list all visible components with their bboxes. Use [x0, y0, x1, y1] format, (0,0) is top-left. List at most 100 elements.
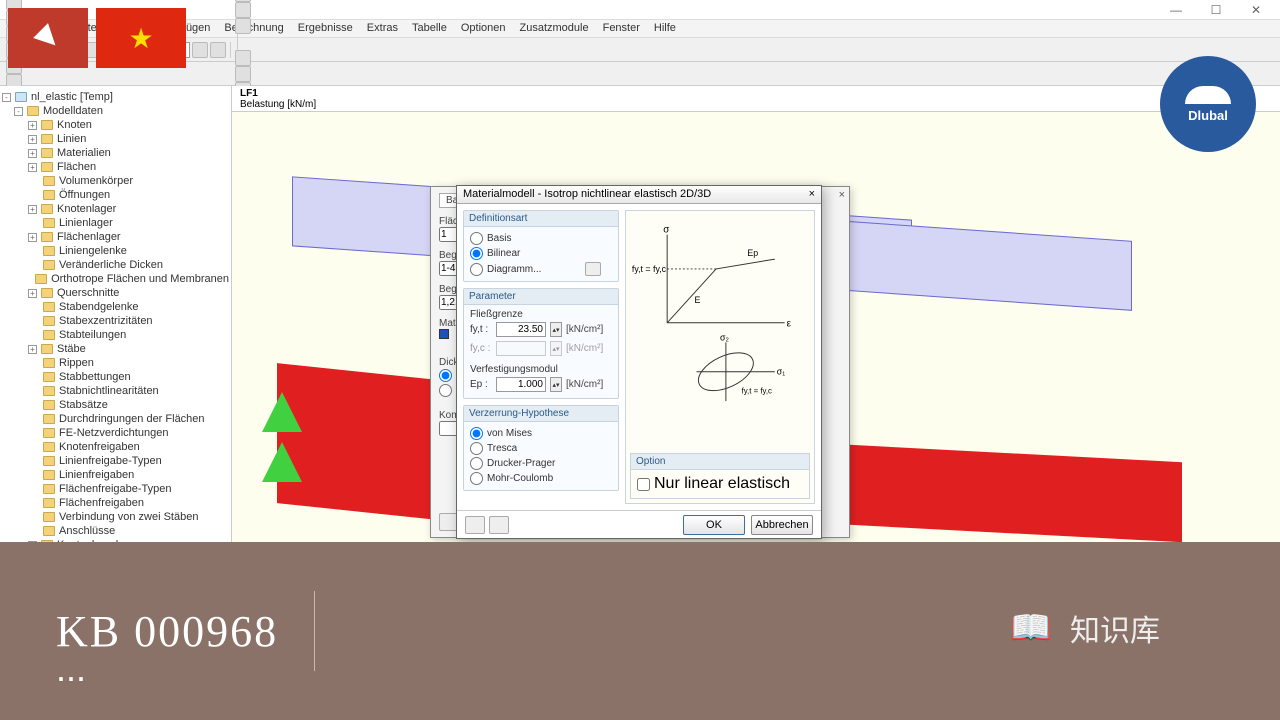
radio-diagram[interactable]: Diagramm...: [470, 261, 612, 277]
tree-label: Knoten: [57, 119, 92, 131]
close-icon[interactable]: ×: [809, 188, 815, 201]
radio-bilinear[interactable]: Bilinear: [470, 246, 612, 261]
tree-root[interactable]: - nl_elastic [Temp]: [2, 90, 229, 104]
tree-item[interactable]: Flächenfreigabe-Typen: [2, 482, 229, 496]
tree-item[interactable]: Stabsätze: [2, 398, 229, 412]
menubar: DateiBearbeitenAnsichtEinfügenBerechnung…: [0, 20, 1280, 38]
tree-item[interactable]: Stabbettungen: [2, 370, 229, 384]
toolbar-icon[interactable]: [235, 18, 251, 34]
expand-icon[interactable]: +: [28, 233, 37, 242]
radio-mohr-coulomb[interactable]: Mohr-Coulomb: [470, 471, 612, 486]
folder-icon: [43, 218, 55, 228]
tree-item[interactable]: +Flächenlager: [2, 230, 229, 244]
tree-item[interactable]: Linienfreigaben: [2, 468, 229, 482]
radio-mises[interactable]: von Mises: [470, 426, 612, 441]
fyt-input[interactable]: [496, 322, 546, 337]
expand-icon[interactable]: -: [2, 93, 11, 102]
kb-ellipsis: ...: [56, 648, 86, 690]
tree-item[interactable]: +Flächen: [2, 160, 229, 174]
tree-label: Flächenfreigabe-Typen: [59, 483, 172, 495]
tree-item[interactable]: + Knoten: [2, 118, 229, 132]
menu-fenster[interactable]: Fenster: [603, 22, 640, 35]
ok-button[interactable]: OK: [683, 515, 745, 535]
menu-ergebnisse[interactable]: Ergebnisse: [298, 22, 353, 35]
help-icon[interactable]: [465, 516, 485, 534]
menu-optionen[interactable]: Optionen: [461, 22, 506, 35]
tree-item[interactable]: +Linien: [2, 132, 229, 146]
tree-label: Stabteilungen: [59, 329, 126, 341]
definition-type-group: Definitionsart Basis Bilinear Diagramm..…: [463, 210, 619, 282]
option-group: Option Nur linear elastisch: [630, 453, 810, 499]
close-button[interactable]: ✕: [1236, 3, 1276, 17]
menu-tabelle[interactable]: Tabelle: [412, 22, 447, 35]
svg-text:σ₁: σ₁: [777, 367, 785, 377]
parameter-group: Parameter Fließgrenze fy,t : ▴▾ [kN/cm²]…: [463, 288, 619, 399]
tree-item[interactable]: Flächenfreigaben: [2, 496, 229, 510]
diagram-edit-icon[interactable]: [585, 262, 601, 276]
tree-item[interactable]: Stabteilungen: [2, 328, 229, 342]
tree-item[interactable]: Liniengelenke: [2, 244, 229, 258]
tree-label: FE-Netzverdichtungen: [59, 427, 168, 439]
tree-item[interactable]: Stabendgelenke: [2, 300, 229, 314]
cancel-button[interactable]: Abbrechen: [751, 515, 813, 535]
tree-item[interactable]: Linienlager: [2, 216, 229, 230]
toolbar-icon[interactable]: [235, 50, 251, 66]
tree-item[interactable]: Rippen: [2, 356, 229, 370]
radio-basis[interactable]: Basis: [470, 231, 612, 246]
menu-hilfe[interactable]: Hilfe: [654, 22, 676, 35]
expand-icon[interactable]: +: [28, 289, 37, 298]
checkbox-linear-only[interactable]: Nur linear elastisch: [637, 474, 803, 494]
spinner-icon[interactable]: ▴▾: [550, 322, 562, 337]
ep-input[interactable]: [496, 377, 546, 392]
menu-berechnung[interactable]: Berechnung: [224, 22, 283, 35]
toolbar-icon[interactable]: [235, 2, 251, 18]
tree-label: Flächenfreigaben: [59, 497, 144, 509]
collapse-icon[interactable]: -: [14, 107, 23, 116]
tree-item[interactable]: Veränderliche Dicken: [2, 258, 229, 272]
tree-item[interactable]: Verbindung von zwei Stäben: [2, 510, 229, 524]
material-color-icon: [439, 329, 449, 339]
tree-item[interactable]: Orthotrope Flächen und Membranen: [2, 272, 229, 286]
tree-item[interactable]: Volumenkörper: [2, 174, 229, 188]
tree-item[interactable]: -Modelldaten: [2, 104, 229, 118]
toolbar-icon[interactable]: [210, 42, 226, 58]
model-surface-red: [277, 363, 447, 521]
min-button[interactable]: —: [1156, 3, 1196, 17]
tree-item[interactable]: Stabexzentrizitäten: [2, 314, 229, 328]
spinner-icon[interactable]: ▴▾: [550, 377, 562, 392]
tree-item[interactable]: +Stäbe: [2, 342, 229, 356]
tree-label: Linienfreigaben: [59, 469, 134, 481]
radio-tresca[interactable]: Tresca: [470, 441, 612, 456]
expand-icon[interactable]: +: [28, 205, 37, 214]
tree-label: Liniengelenke: [59, 245, 127, 257]
tree-item[interactable]: FE-Netzverdichtungen: [2, 426, 229, 440]
expand-icon[interactable]: +: [28, 135, 37, 144]
radio-drucker-prager[interactable]: Drucker-Prager: [470, 456, 612, 471]
close-icon[interactable]: ×: [839, 189, 845, 201]
tree-item[interactable]: + Querschnitte: [2, 286, 229, 300]
menu-extras[interactable]: Extras: [367, 22, 398, 35]
tree-item[interactable]: Stabnichtlinearitäten: [2, 384, 229, 398]
tree-item[interactable]: +Knotenlager: [2, 202, 229, 216]
window-titlebar: — ☐ ✕: [0, 0, 1280, 20]
folder-icon: [43, 498, 55, 508]
expand-icon[interactable]: +: [28, 163, 37, 172]
model-surface: [822, 219, 1132, 311]
tree-item[interactable]: Durchdringungen der Flächen: [2, 412, 229, 426]
tree-item[interactable]: +Materialien: [2, 146, 229, 160]
expand-icon[interactable]: +: [28, 149, 37, 158]
tree-item[interactable]: Öffnungen: [2, 188, 229, 202]
tree-label: Querschnitte: [57, 287, 119, 299]
expand-icon[interactable]: +: [28, 121, 37, 130]
tree-item[interactable]: Anschlüsse: [2, 524, 229, 538]
toolbar-icon[interactable]: [192, 42, 208, 58]
max-button[interactable]: ☐: [1196, 3, 1236, 17]
tree-item[interactable]: Linienfreigabe-Typen: [2, 454, 229, 468]
toolbar-icon[interactable]: [235, 66, 251, 82]
folder-icon: [43, 456, 55, 466]
menu-zusatzmodule[interactable]: Zusatzmodule: [520, 22, 589, 35]
details-icon[interactable]: [489, 516, 509, 534]
svg-text:Ep: Ep: [747, 248, 758, 258]
expand-icon[interactable]: +: [28, 345, 37, 354]
tree-item[interactable]: Knotenfreigaben: [2, 440, 229, 454]
